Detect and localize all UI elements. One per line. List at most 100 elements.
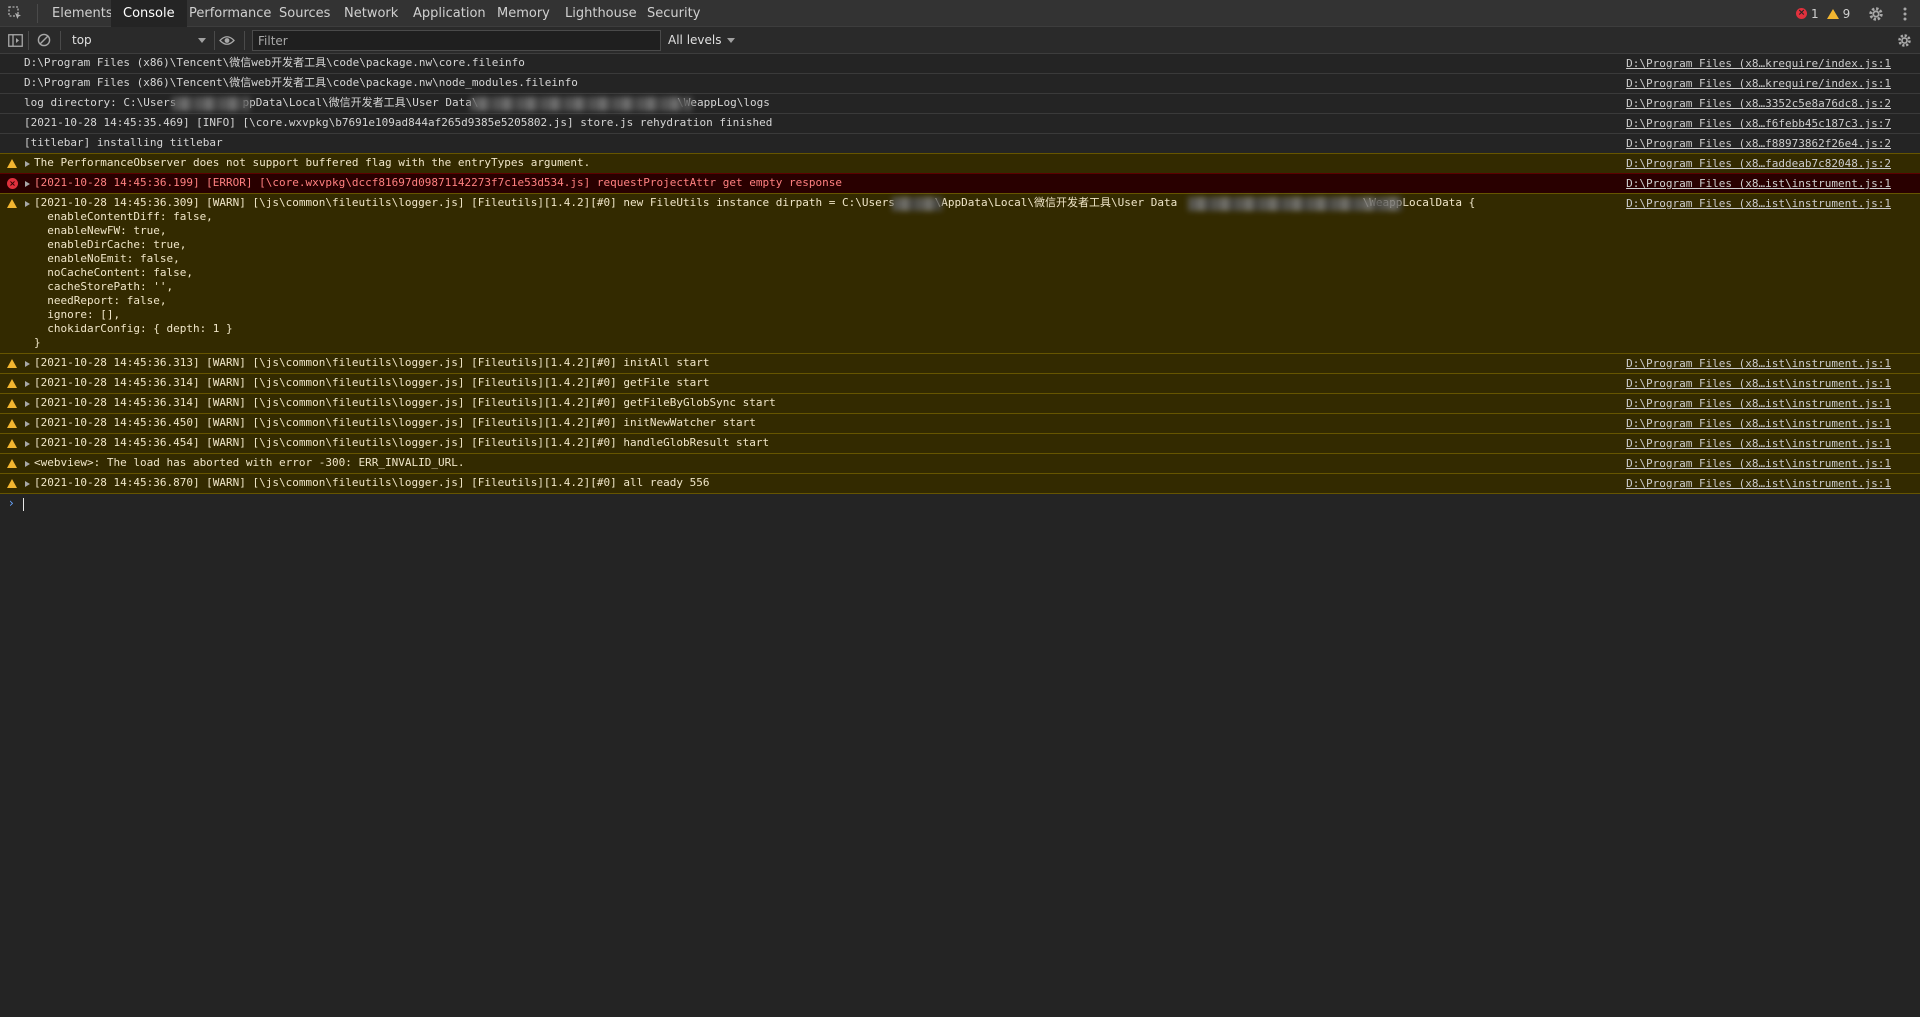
warning-icon (7, 159, 17, 168)
source-link[interactable]: D:\Program Files (x8…ist\instrument.js:1 (1626, 177, 1891, 191)
tab-console[interactable]: Console (111, 0, 187, 28)
expand-arrow-icon[interactable] (25, 361, 30, 367)
expand-arrow-icon[interactable] (25, 421, 30, 427)
message-text[interactable]: [2021-10-28 14:45:36.313] [WARN] [\js\co… (34, 356, 1624, 370)
redacted-path (1188, 197, 1402, 211)
more-options-icon[interactable] (1895, 4, 1914, 23)
tab-network[interactable]: Network (344, 0, 398, 27)
warning-icon (7, 399, 17, 408)
text-cursor (23, 498, 24, 511)
chevron-down-icon (198, 38, 206, 43)
log-levels-dropdown[interactable]: All levels (668, 29, 736, 51)
source-link[interactable]: D:\Program Files (x8…ist\instrument.js:1 (1626, 397, 1891, 411)
context-selector-value: top (72, 33, 92, 47)
error-count-icon: × (1796, 8, 1807, 19)
toolbar-divider (244, 31, 245, 50)
warning-icon (7, 459, 17, 468)
error-count: 1 (1811, 6, 1819, 21)
expand-arrow-icon[interactable] (25, 161, 30, 167)
message-text[interactable]: [2021-10-28 14:45:36.870] [WARN] [\js\co… (34, 476, 1624, 490)
expand-arrow-icon[interactable] (25, 401, 30, 407)
console-message-warning: [2021-10-28 14:45:36.454] [WARN] [\js\co… (0, 433, 1920, 454)
console-message-info: D:\Program Files (x86)\Tencent\微信web开发者工… (0, 54, 1920, 74)
error-icon: × (7, 178, 18, 189)
live-expression-eye-icon[interactable] (218, 31, 236, 49)
inspect-element-icon[interactable] (7, 5, 24, 22)
message-text[interactable]: log directory: C:\Users ppData\Local\微信开… (24, 96, 1614, 110)
source-link[interactable]: D:\Program Files (x8…f6febb45c187c3.js:7 (1626, 117, 1891, 131)
console-message-info: [titlebar] installing titlebar D:\Progra… (0, 134, 1920, 154)
message-text[interactable]: The PerformanceObserver does not support… (34, 156, 1624, 170)
message-text[interactable]: D:\Program Files (x86)\Tencent\微信web开发者工… (24, 76, 1614, 90)
redacted-username (892, 197, 942, 211)
source-link[interactable]: D:\Program Files (x8…ist\instrument.js:1 (1626, 457, 1891, 471)
message-text[interactable]: [titlebar] installing titlebar (24, 136, 1614, 150)
message-text[interactable]: D:\Program Files (x86)\Tencent\微信web开发者工… (24, 56, 1614, 70)
source-link[interactable]: D:\Program Files (x8…krequire/index.js:1 (1626, 77, 1891, 91)
warning-count-icon (1826, 8, 1839, 19)
console-message-warning: [2021-10-28 14:45:36.870] [WARN] [\js\co… (0, 473, 1920, 494)
warning-count: 9 (1842, 6, 1851, 21)
console-message-warning: [2021-10-28 14:45:36.314] [WARN] [\js\co… (0, 373, 1920, 394)
console-messages: D:\Program Files (x86)\Tencent\微信web开发者工… (0, 54, 1920, 514)
source-link[interactable]: D:\Program Files (x8…ist\instrument.js:1 (1626, 477, 1891, 491)
tab-lighthouse[interactable]: Lighthouse (565, 0, 637, 27)
expand-arrow-icon[interactable] (25, 461, 30, 467)
prompt-chevron-icon: › (9, 496, 14, 510)
expand-arrow-icon[interactable] (25, 181, 30, 187)
console-message-warning: [2021-10-28 14:45:36.313] [WARN] [\js\co… (0, 353, 1920, 374)
message-text[interactable]: [2021-10-28 14:45:36.309] [WARN] [\js\co… (34, 196, 1624, 350)
issue-counters[interactable]: × 1 9 (1796, 0, 1850, 27)
toolbar-divider (214, 31, 215, 50)
tab-performance[interactable]: Performance (189, 0, 271, 27)
message-text[interactable]: [2021-10-28 14:45:36.314] [WARN] [\js\co… (34, 396, 1624, 410)
tab-application[interactable]: Application (413, 0, 486, 27)
console-message-warning: [2021-10-28 14:45:36.450] [WARN] [\js\co… (0, 413, 1920, 434)
console-message-warning: <webview>: The load has aborted with err… (0, 453, 1920, 474)
expand-arrow-icon[interactable] (25, 481, 30, 487)
warning-icon (7, 439, 17, 448)
tab-memory[interactable]: Memory (497, 0, 550, 27)
message-text[interactable]: [2021-10-28 14:45:36.450] [WARN] [\js\co… (34, 416, 1624, 430)
redacted-path (470, 97, 692, 111)
warning-icon (7, 359, 17, 368)
message-text[interactable]: [2021-10-28 14:45:35.469] [INFO] [\core.… (24, 116, 1614, 130)
console-message-info: [2021-10-28 14:45:35.469] [INFO] [\core.… (0, 114, 1920, 134)
message-text[interactable]: [2021-10-28 14:45:36.199] [ERROR] [\core… (34, 176, 1624, 190)
source-link[interactable]: D:\Program Files (x8…ist\instrument.js:1 (1626, 357, 1891, 371)
expand-arrow-icon[interactable] (25, 441, 30, 447)
show-sidebar-icon[interactable] (6, 31, 24, 49)
source-link[interactable]: D:\Program Files (x8…3352c5e8a76dc8.js:2 (1626, 97, 1891, 111)
toolbar-divider (60, 31, 61, 50)
tab-security[interactable]: Security (647, 0, 700, 27)
console-message-info: D:\Program Files (x86)\Tencent\微信web开发者工… (0, 74, 1920, 94)
message-text[interactable]: [2021-10-28 14:45:36.314] [WARN] [\js\co… (34, 376, 1624, 390)
console-prompt[interactable]: › (0, 494, 1920, 514)
settings-gear-icon[interactable] (1866, 4, 1885, 23)
warning-icon (7, 199, 17, 208)
expand-arrow-icon[interactable] (25, 201, 30, 207)
devtools-tabbar: Elements Console Performance Sources Net… (0, 0, 1920, 28)
filter-input[interactable] (252, 30, 661, 51)
expand-arrow-icon[interactable] (25, 381, 30, 387)
source-link[interactable]: D:\Program Files (x8…krequire/index.js:1 (1626, 57, 1891, 71)
source-link[interactable]: D:\Program Files (x8…f88973862f26e4.js:2 (1626, 137, 1891, 151)
log-levels-value: All levels (668, 33, 722, 47)
source-link[interactable]: D:\Program Files (x8…ist\instrument.js:1 (1626, 417, 1891, 431)
context-selector[interactable]: top (66, 29, 206, 51)
clear-console-icon[interactable] (35, 31, 53, 49)
tab-sources[interactable]: Sources (279, 0, 330, 27)
warning-icon (7, 379, 17, 388)
message-text[interactable]: <webview>: The load has aborted with err… (34, 456, 1624, 470)
console-message-warning: [2021-10-28 14:45:36.309] [WARN] [\js\co… (0, 193, 1920, 354)
source-link[interactable]: D:\Program Files (x8…ist\instrument.js:1 (1626, 377, 1891, 391)
tabbar-divider (37, 4, 38, 23)
source-link[interactable]: D:\Program Files (x8…ist\instrument.js:1 (1626, 437, 1891, 451)
source-link[interactable]: D:\Program Files (x8…ist\instrument.js:1 (1626, 197, 1891, 211)
console-settings-gear-icon[interactable] (1895, 31, 1913, 49)
source-link[interactable]: D:\Program Files (x8…faddeab7c82048.js:2 (1626, 157, 1891, 171)
tab-elements[interactable]: Elements (52, 0, 113, 27)
console-message-info: log directory: C:\Users ppData\Local\微信开… (0, 94, 1920, 114)
console-message-warning: The PerformanceObserver does not support… (0, 153, 1920, 174)
message-text[interactable]: [2021-10-28 14:45:36.454] [WARN] [\js\co… (34, 436, 1624, 450)
